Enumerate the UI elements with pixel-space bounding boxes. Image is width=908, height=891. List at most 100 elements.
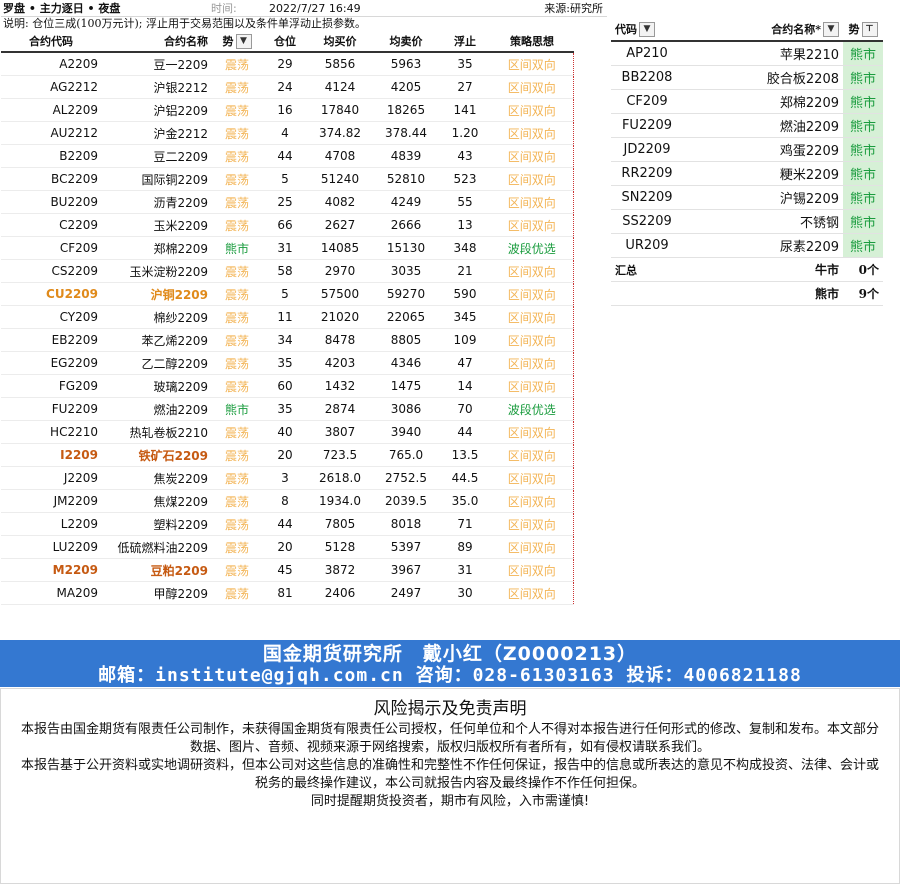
side-cell-code[interactable]: AP210 bbox=[611, 41, 683, 66]
cell-trend[interactable]: 震荡 bbox=[211, 535, 263, 559]
side-table-row[interactable]: UR209 尿素2209 熊市 bbox=[611, 233, 883, 258]
side-cell-name[interactable]: 鸡蛋2209 bbox=[683, 137, 843, 162]
cell-trend[interactable]: 震荡 bbox=[211, 98, 263, 122]
cell-float-stop[interactable]: 47 bbox=[439, 351, 491, 375]
cell-strategy[interactable]: 波段优选 bbox=[491, 236, 574, 260]
cell-avg-buy[interactable]: 374.82 bbox=[307, 121, 373, 145]
col-header-avg-sell[interactable]: 均卖价 bbox=[373, 31, 439, 53]
cell-name[interactable]: 豆二2209 bbox=[101, 144, 211, 168]
cell-avg-sell[interactable]: 18265 bbox=[373, 98, 439, 122]
cell-strategy[interactable]: 区间双向 bbox=[491, 558, 574, 582]
table-row[interactable]: EB2209 苯乙烯2209 震荡 34 8478 8805 109 区间双向 bbox=[1, 328, 574, 352]
cell-avg-buy[interactable]: 4124 bbox=[307, 75, 373, 99]
table-row[interactable]: A2209 豆一2209 震荡 29 5856 5963 35 区间双向 bbox=[1, 52, 574, 76]
cell-position[interactable]: 5 bbox=[263, 282, 307, 306]
cell-trend[interactable]: 震荡 bbox=[211, 121, 263, 145]
cell-avg-buy[interactable]: 17840 bbox=[307, 98, 373, 122]
cell-position[interactable]: 8 bbox=[263, 489, 307, 513]
cell-float-stop[interactable]: 30 bbox=[439, 581, 491, 605]
cell-name[interactable]: 玉米淀粉2209 bbox=[101, 259, 211, 283]
cell-name[interactable]: 苯乙烯2209 bbox=[101, 328, 211, 352]
cell-float-stop[interactable]: 35.0 bbox=[439, 489, 491, 513]
cell-strategy[interactable]: 区间双向 bbox=[491, 535, 574, 559]
cell-code[interactable]: J2209 bbox=[1, 466, 101, 490]
cell-trend[interactable]: 震荡 bbox=[211, 259, 263, 283]
cell-float-stop[interactable]: 27 bbox=[439, 75, 491, 99]
cell-code[interactable]: AU2212 bbox=[1, 121, 101, 145]
side-cell-trend[interactable]: 熊市 bbox=[843, 65, 883, 90]
side-table-row[interactable]: AP210 苹果2210 熊市 bbox=[611, 41, 883, 66]
cell-trend[interactable]: 熊市 bbox=[211, 397, 263, 421]
side-cell-name[interactable]: 沪锡2209 bbox=[683, 185, 843, 210]
table-row[interactable]: J2209 焦炭2209 震荡 3 2618.0 2752.5 44.5 区间双向 bbox=[1, 466, 574, 490]
cell-trend[interactable]: 震荡 bbox=[211, 581, 263, 605]
cell-name[interactable]: 棉纱2209 bbox=[101, 305, 211, 329]
side-table-row[interactable]: BB2208 胶合板2208 熊市 bbox=[611, 65, 883, 90]
side-cell-trend[interactable]: 熊市 bbox=[843, 89, 883, 114]
cell-position[interactable]: 35 bbox=[263, 397, 307, 421]
side-cell-trend[interactable]: 熊市 bbox=[843, 113, 883, 138]
side-cell-code[interactable]: UR209 bbox=[611, 233, 683, 258]
cell-avg-buy[interactable]: 5856 bbox=[307, 52, 373, 76]
cell-avg-sell[interactable]: 1475 bbox=[373, 374, 439, 398]
cell-avg-sell[interactable]: 4205 bbox=[373, 75, 439, 99]
cell-float-stop[interactable]: 109 bbox=[439, 328, 491, 352]
cell-position[interactable]: 20 bbox=[263, 535, 307, 559]
table-row[interactable]: EG2209 乙二醇2209 震荡 35 4203 4346 47 区间双向 bbox=[1, 351, 574, 375]
side-table-row[interactable]: SN2209 沪锡2209 熊市 bbox=[611, 185, 883, 210]
cell-code[interactable]: A2209 bbox=[1, 52, 101, 76]
cell-trend[interactable]: 震荡 bbox=[211, 144, 263, 168]
cell-code[interactable]: FU2209 bbox=[1, 397, 101, 421]
side-cell-code[interactable]: RR2209 bbox=[611, 161, 683, 186]
cell-name[interactable]: 甲醇2209 bbox=[101, 581, 211, 605]
col-header-code[interactable]: 合约代码 bbox=[1, 31, 101, 53]
cell-trend[interactable]: 震荡 bbox=[211, 443, 263, 467]
side-col-header-name[interactable]: 合约名称* ▼ bbox=[683, 18, 843, 42]
cell-float-stop[interactable]: 44.5 bbox=[439, 466, 491, 490]
cell-name[interactable]: 焦炭2209 bbox=[101, 466, 211, 490]
cell-position[interactable]: 31 bbox=[263, 236, 307, 260]
cell-float-stop[interactable]: 89 bbox=[439, 535, 491, 559]
cell-float-stop[interactable]: 21 bbox=[439, 259, 491, 283]
cell-avg-sell[interactable]: 4839 bbox=[373, 144, 439, 168]
cell-avg-buy[interactable]: 4082 bbox=[307, 190, 373, 214]
cell-trend[interactable]: 震荡 bbox=[211, 75, 263, 99]
cell-avg-sell[interactable]: 3967 bbox=[373, 558, 439, 582]
cell-float-stop[interactable]: 590 bbox=[439, 282, 491, 306]
side-table-row[interactable]: RR2209 粳米2209 熊市 bbox=[611, 161, 883, 186]
cell-name[interactable]: 塑料2209 bbox=[101, 512, 211, 536]
cell-trend[interactable]: 震荡 bbox=[211, 512, 263, 536]
cell-trend[interactable]: 震荡 bbox=[211, 305, 263, 329]
side-cell-name[interactable]: 胶合板2208 bbox=[683, 65, 843, 90]
side-cell-name[interactable]: 粳米2209 bbox=[683, 161, 843, 186]
filter-dropdown-icon[interactable]: ▼ bbox=[823, 22, 839, 38]
cell-code[interactable]: LU2209 bbox=[1, 535, 101, 559]
table-row[interactable]: HC2210 热轧卷板2210 震荡 40 3807 3940 44 区间双向 bbox=[1, 420, 574, 444]
cell-code[interactable]: CF209 bbox=[1, 236, 101, 260]
side-cell-code[interactable]: SN2209 bbox=[611, 185, 683, 210]
cell-strategy[interactable]: 区间双向 bbox=[491, 98, 574, 122]
cell-avg-sell[interactable]: 22065 bbox=[373, 305, 439, 329]
cell-float-stop[interactable]: 31 bbox=[439, 558, 491, 582]
cell-avg-buy[interactable]: 2618.0 bbox=[307, 466, 373, 490]
cell-position[interactable]: 29 bbox=[263, 52, 307, 76]
cell-strategy[interactable]: 区间双向 bbox=[491, 489, 574, 513]
cell-float-stop[interactable]: 71 bbox=[439, 512, 491, 536]
cell-avg-buy[interactable]: 4708 bbox=[307, 144, 373, 168]
cell-trend[interactable]: 震荡 bbox=[211, 52, 263, 76]
side-table-row[interactable]: CF209 郑棉2209 熊市 bbox=[611, 89, 883, 114]
cell-float-stop[interactable]: 523 bbox=[439, 167, 491, 191]
cell-code[interactable]: JM2209 bbox=[1, 489, 101, 513]
table-row[interactable]: JM2209 焦煤2209 震荡 8 1934.0 2039.5 35.0 区间双向 bbox=[1, 489, 574, 513]
cell-avg-sell[interactable]: 5963 bbox=[373, 52, 439, 76]
cell-strategy[interactable]: 区间双向 bbox=[491, 190, 574, 214]
filter-dropdown-icon[interactable]: ▼ bbox=[235, 34, 252, 50]
cell-avg-sell[interactable]: 2039.5 bbox=[373, 489, 439, 513]
cell-position[interactable]: 4 bbox=[263, 121, 307, 145]
table-row[interactable]: AU2212 沪金2212 震荡 4 374.82 378.44 1.20 区间双向 bbox=[1, 121, 574, 145]
table-row[interactable]: AG2212 沪银2212 震荡 24 4124 4205 27 区间双向 bbox=[1, 75, 574, 99]
cell-avg-sell[interactable]: 4249 bbox=[373, 190, 439, 214]
cell-avg-sell[interactable]: 2752.5 bbox=[373, 466, 439, 490]
filter-dropdown-icon[interactable]: ▼ bbox=[639, 22, 655, 38]
cell-avg-sell[interactable]: 378.44 bbox=[373, 121, 439, 145]
